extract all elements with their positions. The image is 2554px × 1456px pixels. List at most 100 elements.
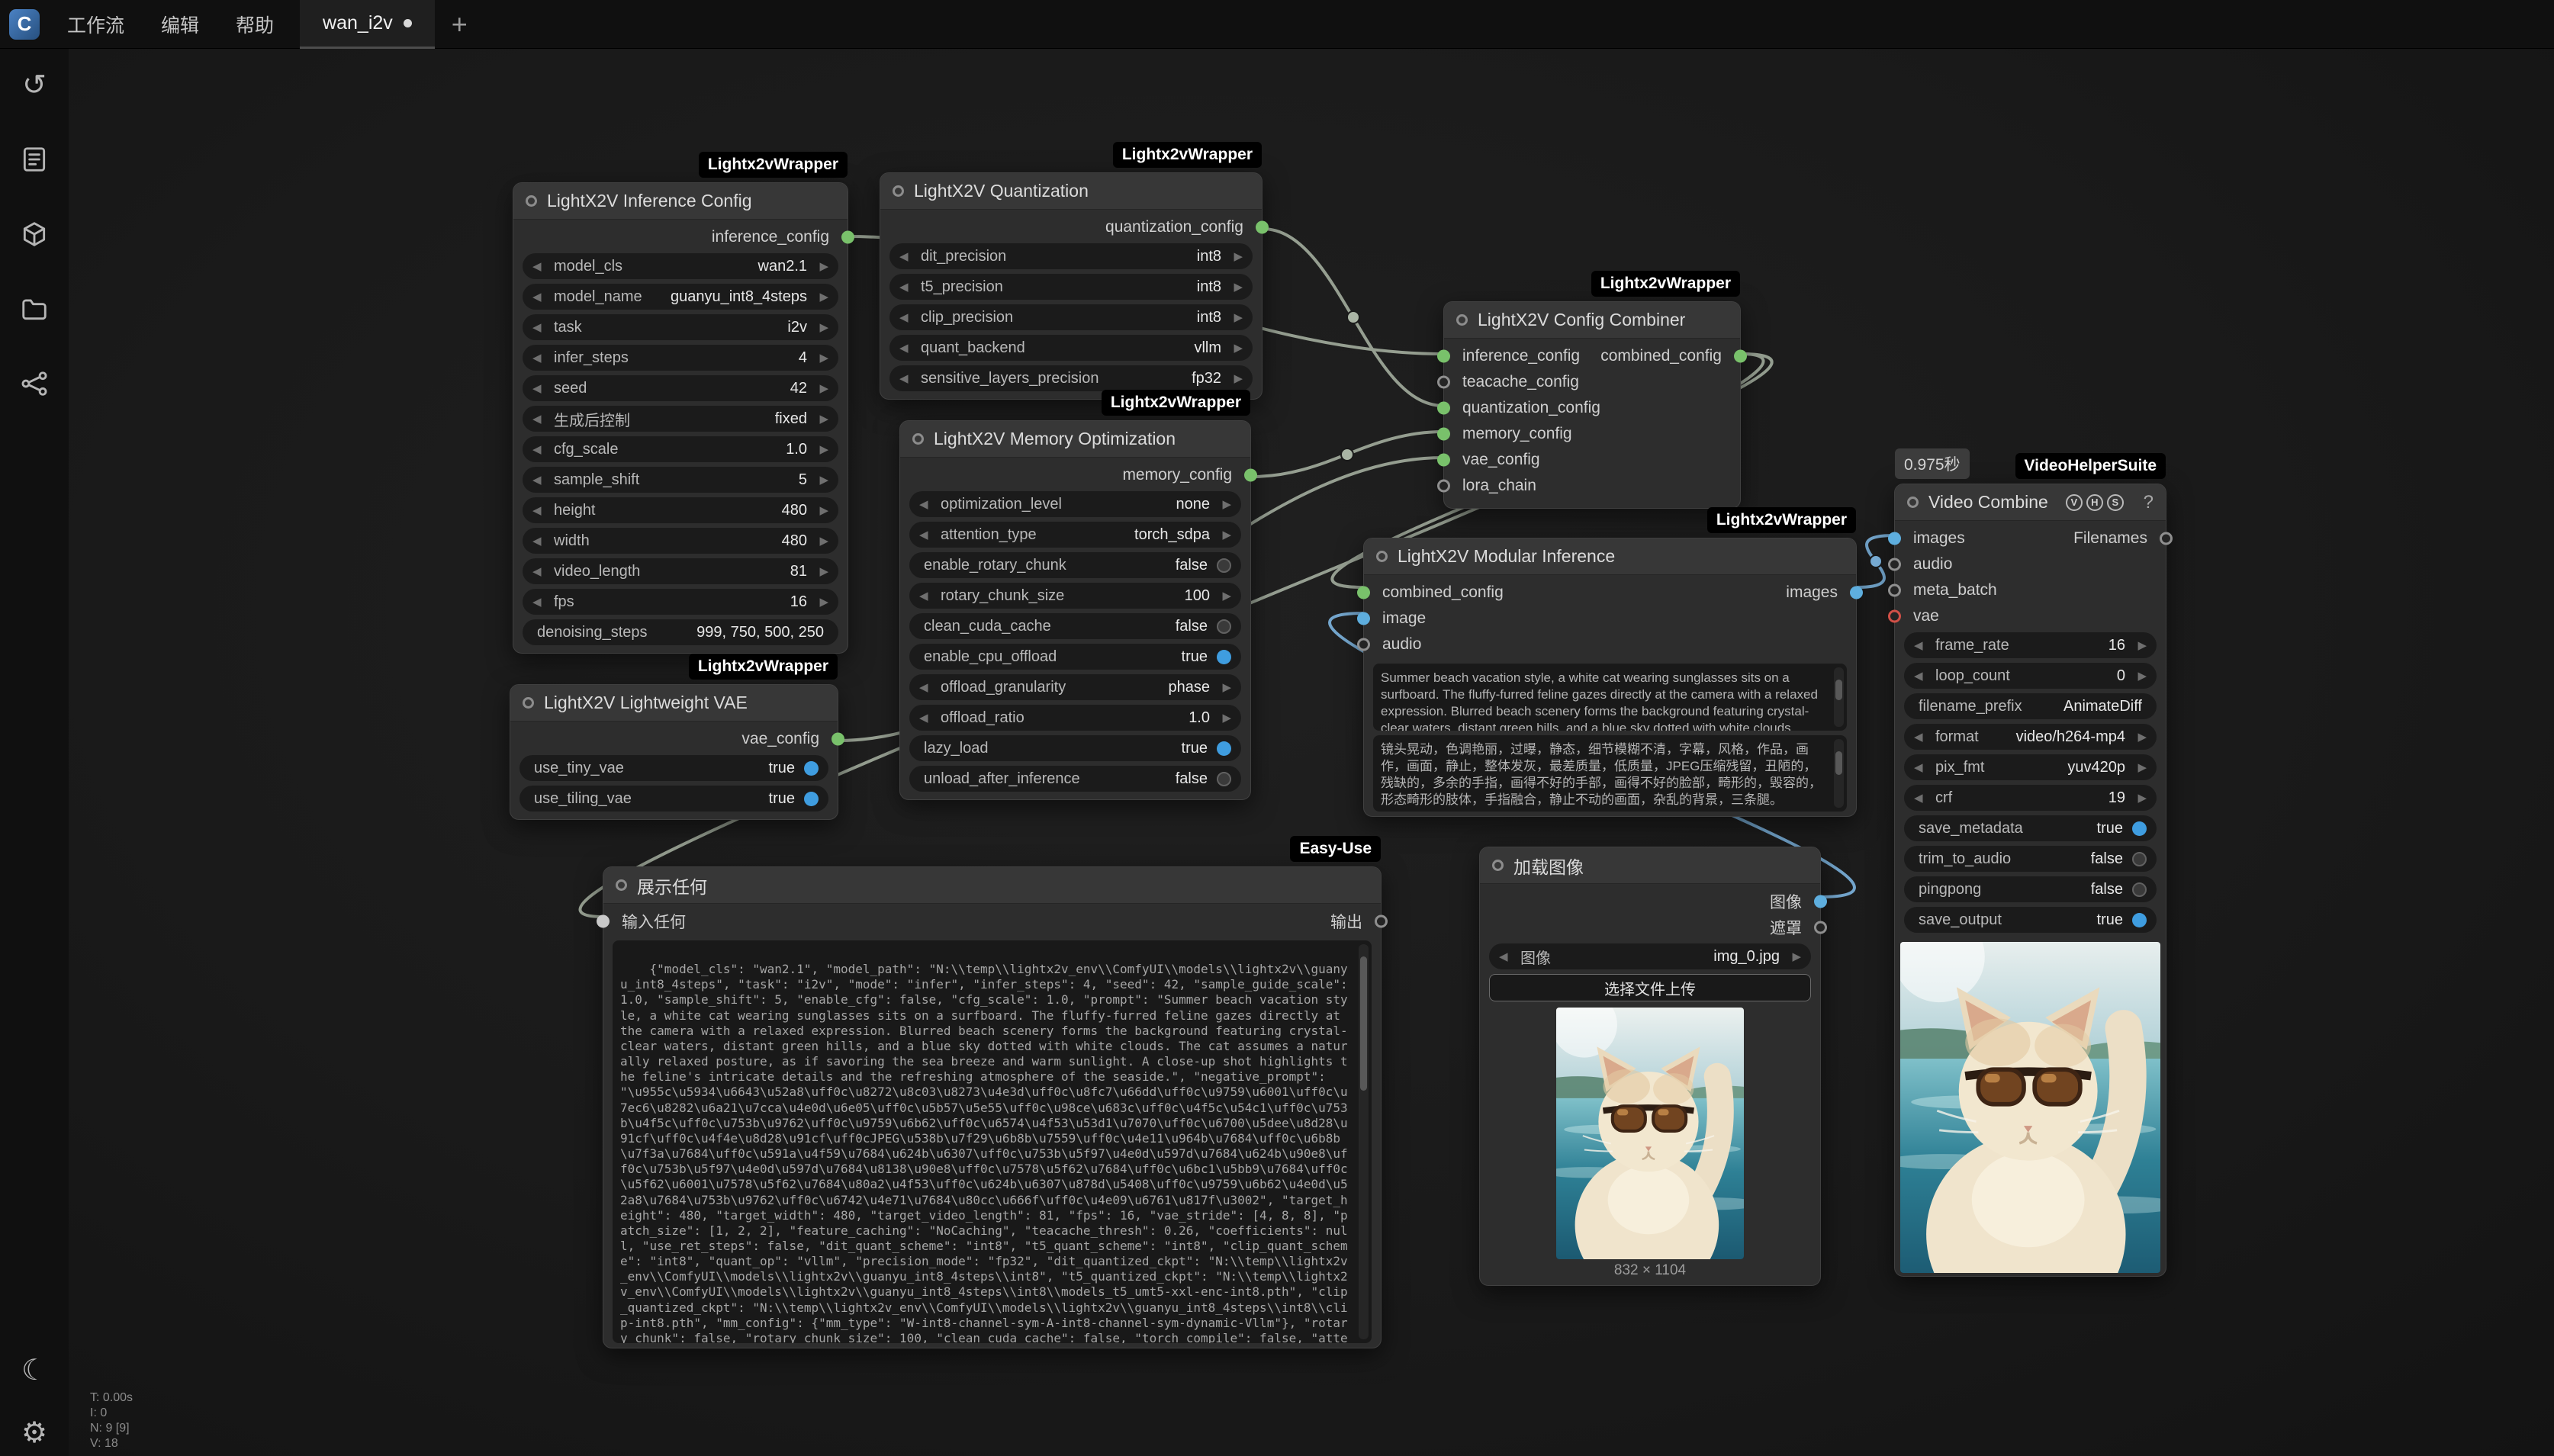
menu-help[interactable]: 帮助 [217, 0, 292, 49]
widget-fps[interactable]: ◀fps16▶ [523, 589, 838, 615]
widget-format[interactable]: ◀formatvideo/h264-mp4▶ [1904, 724, 2157, 750]
decrement-arrow-icon[interactable]: ◀ [532, 442, 549, 456]
decrement-arrow-icon[interactable]: ◀ [1499, 950, 1516, 963]
decrement-arrow-icon[interactable]: ◀ [899, 310, 916, 324]
decrement-arrow-icon[interactable]: ◀ [899, 341, 916, 355]
decrement-arrow-icon[interactable]: ◀ [532, 595, 549, 609]
increment-arrow-icon[interactable]: ▶ [1226, 280, 1243, 294]
widget-enable-rotary-chunk[interactable]: enable_rotary_chunkfalse [909, 552, 1241, 578]
queue-icon[interactable] [18, 143, 50, 175]
node-header[interactable]: LightX2V Inference Config [513, 183, 848, 220]
widget-crf[interactable]: ◀crf19▶ [1904, 785, 2157, 811]
widget-enable-cpu-offload[interactable]: enable_cpu_offloadtrue [909, 644, 1241, 670]
scrollbar[interactable] [1834, 739, 1844, 808]
output-slot-dot[interactable] [831, 733, 844, 746]
widget-use-tiny-vae[interactable]: use_tiny_vaetrue [519, 755, 828, 781]
input-slot-dot[interactable] [1888, 610, 1901, 623]
toggle-on-icon[interactable] [804, 792, 819, 806]
decrement-arrow-icon[interactable]: ◀ [532, 320, 549, 334]
node-header[interactable]: 加载图像 [1480, 847, 1820, 884]
widget-video-length[interactable]: ◀video_length81▶ [523, 558, 838, 584]
toggle-on-icon[interactable] [1217, 650, 1231, 664]
output-slot-dot[interactable] [1256, 221, 1269, 234]
decrement-arrow-icon[interactable]: ◀ [532, 534, 549, 548]
widget-sample-shift[interactable]: ◀sample_shift5▶ [523, 467, 838, 493]
collapse-dot-icon[interactable] [1376, 551, 1388, 562]
input-slot-dot[interactable] [1437, 350, 1450, 363]
decrement-arrow-icon[interactable]: ◀ [919, 497, 936, 511]
node-header[interactable]: LightX2V Modular Inference [1364, 538, 1856, 575]
decrement-arrow-icon[interactable]: ◀ [899, 371, 916, 385]
decrement-arrow-icon[interactable]: ◀ [1914, 760, 1931, 774]
menu-workflow[interactable]: 工作流 [49, 0, 143, 49]
increment-arrow-icon[interactable]: ▶ [1784, 950, 1801, 963]
collapse-dot-icon[interactable] [912, 433, 924, 445]
toggle-off-icon[interactable] [2132, 882, 2147, 897]
input-slot-dot[interactable] [1437, 376, 1450, 389]
input-slot-dot[interactable] [1357, 587, 1370, 599]
widget-cfg-scale[interactable]: ◀cfg_scale1.0▶ [523, 436, 838, 462]
increment-arrow-icon[interactable]: ▶ [812, 381, 828, 395]
decrement-arrow-icon[interactable]: ◀ [899, 249, 916, 263]
increment-arrow-icon[interactable]: ▶ [812, 442, 828, 456]
increment-arrow-icon[interactable]: ▶ [1214, 528, 1231, 542]
toggle-off-icon[interactable] [1217, 558, 1231, 573]
widget-attention-type[interactable]: ◀attention_typetorch_sdpa▶ [909, 522, 1241, 548]
history-icon[interactable]: ↺ [18, 69, 50, 101]
increment-arrow-icon[interactable]: ▶ [1226, 310, 1243, 324]
widget-seed[interactable]: ◀seed42▶ [523, 375, 838, 401]
widget-unload-after-inference[interactable]: unload_after_inferencefalse [909, 766, 1241, 792]
output-slot-dot[interactable] [2160, 532, 2173, 545]
decrement-arrow-icon[interactable]: ◀ [532, 381, 549, 395]
node-header[interactable]: LightX2V Quantization [880, 173, 1262, 210]
decrement-arrow-icon[interactable]: ◀ [532, 351, 549, 365]
workflows-folder-icon[interactable] [18, 293, 50, 325]
toggle-on-icon[interactable] [1217, 741, 1231, 756]
widget-use-tiling-vae[interactable]: use_tiling_vaetrue [519, 786, 828, 812]
widget-offload-granularity[interactable]: ◀offload_granularityphase▶ [909, 674, 1241, 700]
decrement-arrow-icon[interactable]: ◀ [919, 680, 936, 694]
widget-width[interactable]: ◀width480▶ [523, 528, 838, 554]
increment-arrow-icon[interactable]: ▶ [812, 503, 828, 517]
theme-toggle-moon-icon[interactable]: ☾ [18, 1354, 50, 1386]
collapse-dot-icon[interactable] [893, 185, 904, 197]
increment-arrow-icon[interactable]: ▶ [812, 259, 828, 273]
menu-edit[interactable]: 编辑 [143, 0, 217, 49]
output-slot-dot[interactable] [1814, 921, 1827, 934]
widget-save-metadata[interactable]: save_metadatatrue [1904, 815, 2157, 841]
output-slot-dot[interactable] [1734, 350, 1747, 363]
input-slot-dot[interactable] [1437, 454, 1450, 467]
negative-prompt-textarea[interactable]: 镜头晃动，色调艳丽，过曝，静态，细节模糊不清，字幕，风格，作品，画作，画面，静止… [1373, 735, 1847, 812]
decrement-arrow-icon[interactable]: ◀ [919, 589, 936, 603]
widget-dit-precision[interactable]: ◀dit_precisionint8▶ [889, 243, 1253, 269]
collapse-dot-icon[interactable] [1456, 314, 1468, 326]
widget-clean-cuda-cache[interactable]: clean_cuda_cachefalse [909, 613, 1241, 639]
widget-sensitive-layers-precision[interactable]: ◀sensitive_layers_precisionfp32▶ [889, 365, 1253, 391]
widget-pix-fmt[interactable]: ◀pix_fmtyuv420p▶ [1904, 754, 2157, 780]
node-library-icon[interactable] [18, 368, 50, 400]
widget-offload-ratio[interactable]: ◀offload_ratio1.0▶ [909, 705, 1241, 731]
widget-optimization-level[interactable]: ◀optimization_levelnone▶ [909, 491, 1241, 517]
widget-task[interactable]: ◀taski2v▶ [523, 314, 838, 340]
output-slot-dot[interactable] [1850, 587, 1863, 599]
increment-arrow-icon[interactable]: ▶ [812, 320, 828, 334]
widget-loop-count[interactable]: ◀loop_count0▶ [1904, 663, 2157, 689]
widget-save-output[interactable]: save_outputtrue [1904, 907, 2157, 933]
decrement-arrow-icon[interactable]: ◀ [532, 259, 549, 273]
increment-arrow-icon[interactable]: ▶ [1214, 711, 1231, 725]
widget--[interactable]: ◀图像img_0.jpg▶ [1489, 943, 1811, 969]
settings-gear-icon[interactable]: ⚙ [18, 1416, 50, 1448]
scrollbar[interactable] [1834, 667, 1844, 727]
widget-clip-precision[interactable]: ◀clip_precisionint8▶ [889, 304, 1253, 330]
widget-t5-precision[interactable]: ◀t5_precisionint8▶ [889, 274, 1253, 300]
input-slot-dot[interactable] [1437, 402, 1450, 415]
input-slot-dot[interactable] [1437, 428, 1450, 441]
increment-arrow-icon[interactable]: ▶ [1214, 497, 1231, 511]
toggle-off-icon[interactable] [2132, 852, 2147, 866]
increment-arrow-icon[interactable]: ▶ [2130, 730, 2147, 744]
output-slot-dot[interactable] [1375, 915, 1388, 928]
output-slot-dot[interactable] [1814, 895, 1827, 908]
comfyui-logo-icon[interactable]: C [0, 0, 49, 49]
decrement-arrow-icon[interactable]: ◀ [1914, 638, 1931, 652]
decrement-arrow-icon[interactable]: ◀ [532, 412, 549, 426]
